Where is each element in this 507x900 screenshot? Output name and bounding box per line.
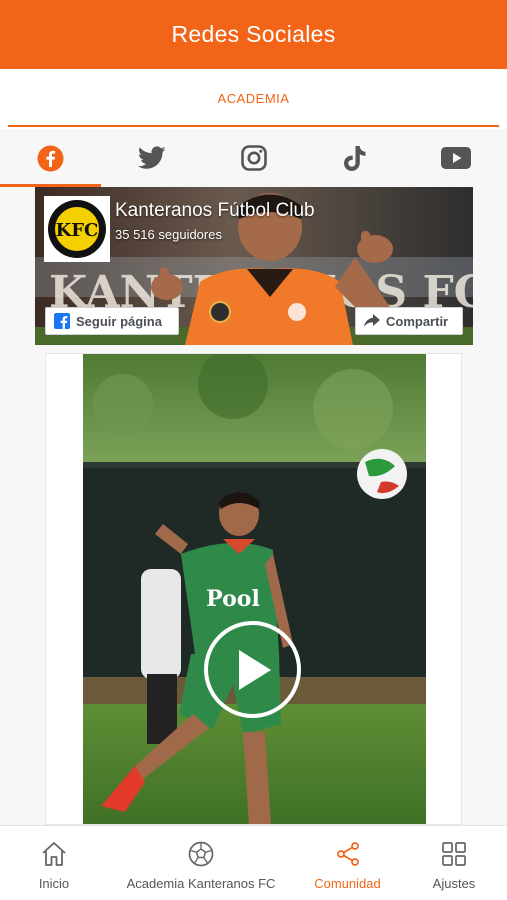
jersey-sponsor-text: Pool — [206, 586, 260, 612]
instagram-icon — [240, 145, 267, 171]
tab-twitter[interactable] — [101, 129, 202, 187]
share-icon — [336, 842, 359, 866]
facebook-icon — [37, 145, 64, 171]
post-video[interactable]: Pool — [83, 354, 426, 824]
grid-icon — [442, 842, 466, 866]
tab-academia[interactable]: ACADEMIA — [0, 91, 507, 106]
follow-page-button[interactable]: Seguir página — [45, 307, 179, 335]
nav-ajustes[interactable]: Ajustes — [418, 826, 490, 900]
twitter-icon — [137, 146, 166, 169]
page-title: Redes Sociales — [171, 21, 336, 47]
nav-comunidad-label: Comunidad — [314, 876, 381, 891]
app-bar: Redes Sociales — [0, 0, 507, 69]
soccer-ball-icon — [188, 841, 214, 867]
tab-academia-indicator — [8, 125, 499, 127]
share-button[interactable]: Compartir — [355, 307, 463, 335]
nav-inicio-label: Inicio — [38, 876, 70, 891]
video-thumbnail: Pool — [83, 354, 426, 824]
page-logo[interactable]: KFC — [44, 196, 110, 262]
play-icon — [238, 649, 271, 690]
tab-instagram[interactable] — [203, 129, 304, 187]
play-button[interactable] — [204, 621, 301, 718]
sub-tab-bar: ACADEMIA — [0, 69, 507, 129]
nav-academia[interactable]: Academia Kanteranos FC — [116, 826, 286, 900]
nav-ajustes-label: Ajustes — [432, 876, 476, 891]
follow-page-label: Seguir página — [76, 313, 162, 329]
page-name[interactable]: Kanteranos Fútbol Club — [115, 200, 315, 222]
bottom-navigation: Inicio Academia Kanteranos FC Comunidad — [0, 825, 507, 900]
share-label: Compartir — [386, 313, 449, 329]
tab-youtube[interactable] — [405, 129, 506, 187]
club-logo-text: KFC — [56, 220, 99, 241]
facebook-page-header[interactable]: KANTERANOS FC KFC Kanteranos Fútbol Club… — [35, 187, 473, 345]
home-icon — [42, 842, 66, 866]
nav-comunidad[interactable]: Comunidad — [300, 826, 395, 900]
tiktok-icon — [343, 145, 365, 171]
club-logo-icon: KFC — [48, 200, 106, 258]
facebook-post: Pool — [45, 353, 462, 825]
tab-facebook[interactable] — [0, 129, 101, 187]
tab-tiktok[interactable] — [304, 129, 405, 187]
share-arrow-icon — [364, 314, 380, 327]
facebook-square-icon — [54, 313, 70, 329]
nav-inicio[interactable]: Inicio — [14, 826, 94, 900]
youtube-icon — [440, 147, 471, 169]
nav-academia-label: Academia Kanteranos FC — [126, 876, 276, 891]
social-network-tabs — [0, 129, 507, 187]
page-followers: 35 516 seguidores — [115, 227, 222, 242]
